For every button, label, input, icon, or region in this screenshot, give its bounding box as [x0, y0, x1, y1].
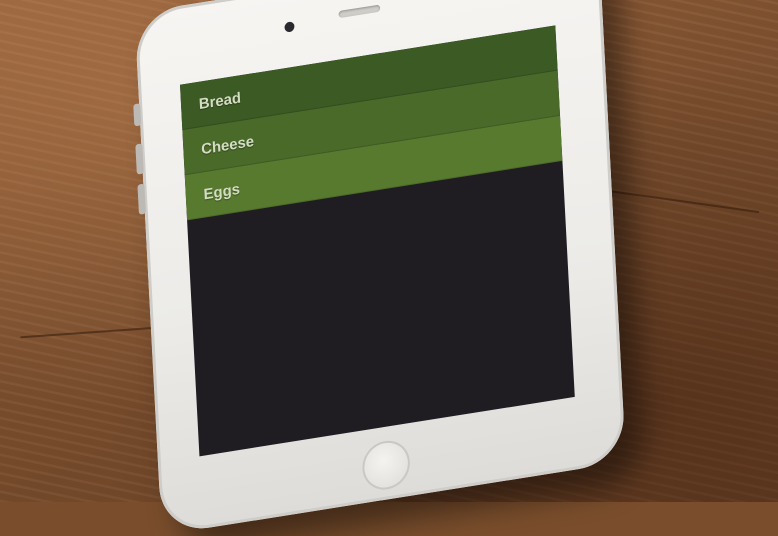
list-item-label: Bread	[198, 88, 242, 113]
volume-switch[interactable]	[133, 103, 142, 127]
front-camera-icon	[284, 21, 295, 33]
phone-wrapper: Bread Cheese Eggs	[133, 0, 655, 536]
shopping-list: Bread Cheese Eggs	[179, 25, 563, 221]
home-button[interactable]	[361, 437, 412, 494]
volume-up-button[interactable]	[135, 143, 144, 175]
earpiece-speaker	[338, 4, 381, 19]
phone-screen[interactable]: Bread Cheese Eggs	[179, 25, 575, 457]
list-item-label: Eggs	[203, 180, 241, 203]
volume-down-button[interactable]	[137, 183, 146, 215]
list-item-label: Cheese	[200, 132, 255, 158]
smartphone: Bread Cheese Eggs	[133, 0, 626, 536]
